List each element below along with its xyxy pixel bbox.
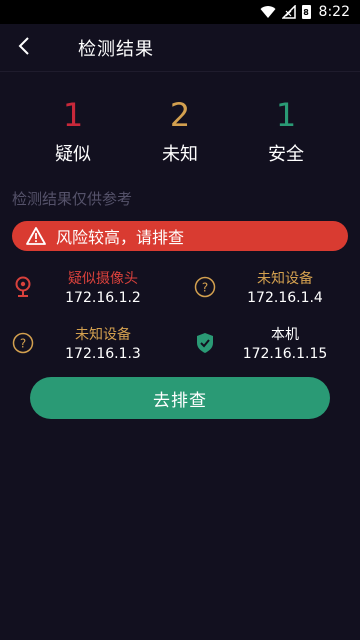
back-arrow-icon xyxy=(18,36,30,60)
device-ip: 172.16.1.3 xyxy=(65,346,141,362)
svg-text:?: ? xyxy=(20,337,26,351)
safe-label: 安全 xyxy=(268,144,304,165)
back-button[interactable] xyxy=(0,24,48,72)
question-icon: ? xyxy=(194,276,216,298)
wifi-icon xyxy=(260,5,276,19)
unknown-label: 未知 xyxy=(162,144,198,165)
webcam-icon xyxy=(12,276,34,298)
alert-text: 风险较高，请排查 xyxy=(56,228,185,247)
device-item[interactable]: ? 未知设备 172.16.1.4 xyxy=(182,266,360,310)
device-item[interactable]: 疑似摄像头 172.16.1.2 xyxy=(0,266,180,310)
risk-alert-banner: 风险较高，请排查 xyxy=(12,221,348,251)
svg-text:?: ? xyxy=(202,281,208,295)
device-ip: 172.16.1.4 xyxy=(247,290,323,306)
suspicious-count: 1 xyxy=(62,96,84,134)
status-time: 8:22 xyxy=(318,4,350,20)
disclaimer-text: 检测结果仅供参考 xyxy=(12,190,133,208)
device-item[interactable]: 本机 172.16.1.15 xyxy=(182,322,360,366)
page-title: 检测结果 xyxy=(78,38,154,60)
summary-suspicious: 1 疑似 xyxy=(28,96,118,166)
device-ip: 172.16.1.2 xyxy=(65,290,141,306)
summary-unknown: 2 未知 xyxy=(135,96,225,166)
device-name: 本机 xyxy=(271,327,299,343)
suspicious-label: 疑似 xyxy=(55,144,91,165)
device-item[interactable]: ? 未知设备 172.16.1.3 xyxy=(0,322,180,366)
status-bar: 8 8:22 xyxy=(0,0,360,24)
device-name: 未知设备 xyxy=(257,271,313,287)
question-icon: ? xyxy=(12,332,34,354)
battery-icon: 8 xyxy=(301,5,311,19)
top-bar: 检测结果 xyxy=(0,24,360,72)
warning-triangle-icon xyxy=(26,227,46,245)
unknown-count: 2 xyxy=(169,96,191,134)
device-name: 未知设备 xyxy=(75,327,131,343)
device-name: 疑似摄像头 xyxy=(68,271,138,287)
safe-count: 1 xyxy=(275,96,297,134)
result-summary: 1 疑似 2 未知 1 安全 xyxy=(0,96,360,176)
investigate-button[interactable]: 去排查 xyxy=(30,377,330,419)
no-signal-icon xyxy=(281,5,296,19)
shield-check-icon xyxy=(194,332,216,354)
device-ip: 172.16.1.15 xyxy=(242,346,328,362)
battery-level: 8 xyxy=(301,5,311,19)
summary-safe: 1 安全 xyxy=(241,96,331,166)
